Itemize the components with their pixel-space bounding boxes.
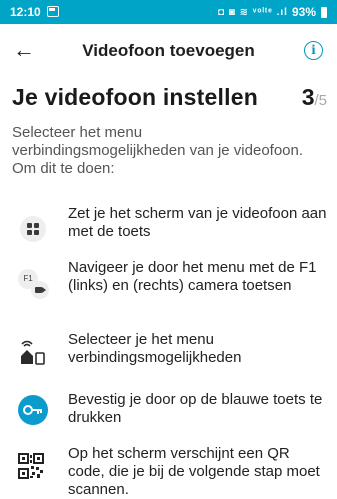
- step-text: Selecteer je het menu verbindingsmogelij…: [68, 331, 242, 366]
- qr-code-icon: [18, 453, 48, 483]
- step-text: Bevestig je door op de blauwe toets te d…: [68, 391, 323, 426]
- grid-icon: [20, 216, 46, 242]
- battery-icon: [321, 6, 327, 18]
- step-counter: 3/5: [302, 84, 327, 111]
- battery-percentage: 93%: [291, 5, 316, 19]
- key-icon: [18, 395, 48, 425]
- notification-icon: [47, 6, 59, 17]
- page-title: Je videofoon instellen: [12, 84, 258, 110]
- status-indicators: ◘ ◙ ≋ ᵛᵒˡᵗᵉ .ıl 93%: [218, 5, 327, 19]
- step-text: Navigeer je door het menu met de F1 (lin…: [68, 259, 317, 294]
- status-bar: 12:10 ◘ ◙ ≋ ᵛᵒˡᵗᵉ .ıl 93%: [0, 0, 337, 24]
- page-heading: Je videofoon instellen 3/5: [12, 84, 327, 114]
- intro-text: Selecteer het menu verbindingsmogelijkhe…: [12, 124, 304, 177]
- step-text: Op het scherm verschijnt een QR code, di…: [68, 445, 320, 498]
- info-icon[interactable]: i: [304, 41, 323, 60]
- header-title: Videofoon toevoegen: [82, 41, 255, 60]
- connection-icon: [18, 336, 48, 366]
- step-total: /5: [314, 92, 327, 109]
- signal-icons: ◘ ◙ ≋ ᵛᵒˡᵗᵉ .ıl: [217, 6, 288, 18]
- step-current: 3: [301, 84, 315, 110]
- step-text: Zet je het scherm van je videofoon aan m…: [68, 205, 327, 240]
- app-header: ← Videofoon toevoegen i: [0, 32, 337, 72]
- status-time: 12:10: [10, 5, 41, 19]
- f1-camera-icon: F1: [18, 266, 49, 299]
